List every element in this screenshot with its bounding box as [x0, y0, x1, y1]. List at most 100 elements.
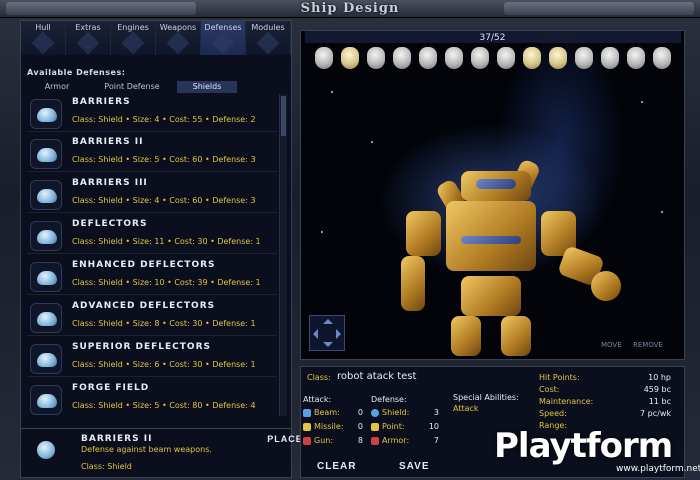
- shield-generator-icon: [37, 441, 55, 459]
- tab-extras[interactable]: Extras: [66, 21, 111, 55]
- move-button[interactable]: MOVE: [601, 341, 622, 349]
- remove-button[interactable]: REMOVE: [633, 341, 663, 349]
- installed-component-icon[interactable]: [497, 47, 515, 69]
- item-stats: Class: Shield • Size: 8 • Cost: 30 • Def…: [72, 319, 256, 328]
- star: [661, 211, 663, 213]
- tab-label: Defenses: [204, 23, 242, 32]
- window-title: Ship Design: [300, 1, 400, 16]
- clear-button[interactable]: CLEAR: [317, 461, 356, 472]
- class-label: Class:: [307, 373, 331, 382]
- component-slot-row: [315, 47, 671, 69]
- installed-component-icon[interactable]: [315, 47, 333, 69]
- shield-generator-icon: [30, 344, 62, 374]
- tab-defenses[interactable]: Defenses: [201, 21, 246, 55]
- list-item[interactable]: Forge Field Class: Shield • Size: 5 • Co…: [27, 380, 277, 416]
- maintenance-label: Maintenance:: [539, 397, 594, 406]
- list-item[interactable]: Deflectors Class: Shield • Size: 11 • Co…: [27, 216, 277, 254]
- subtab-shields[interactable]: Shields: [177, 81, 237, 93]
- item-stats: Class: Shield • Size: 6 • Cost: 30 • Def…: [72, 360, 256, 369]
- available-defenses-heading: Available Defenses:: [27, 68, 126, 77]
- scrollbar-thumb[interactable]: [281, 96, 286, 136]
- list-scrollbar[interactable]: [279, 94, 287, 416]
- arrow-up-icon[interactable]: [323, 314, 333, 324]
- hit-points-value: 10 hp: [648, 373, 671, 382]
- defense-heading: Defense:: [371, 395, 407, 404]
- installed-component-icon[interactable]: [627, 47, 645, 69]
- class-name-input[interactable]: robot atack test: [337, 371, 416, 382]
- list-item[interactable]: Barriers II Class: Shield • Size: 5 • Co…: [27, 134, 277, 172]
- installed-component-icon[interactable]: [367, 47, 385, 69]
- robot-left-arm: [401, 256, 425, 311]
- attack-heading: Attack:: [303, 395, 332, 404]
- subtab-point-defense[interactable]: Point Defense: [87, 81, 177, 93]
- robot-left-leg: [451, 316, 481, 356]
- list-item[interactable]: Barriers Class: Shield • Size: 4 • Cost:…: [27, 94, 277, 132]
- list-item[interactable]: Advanced Deflectors Class: Shield • Size…: [27, 298, 277, 336]
- robot-ship-model: [401, 151, 631, 359]
- shield-generator-icon: [30, 139, 62, 169]
- ship-viewport[interactable]: 37/52 MOVE REMOVE: [300, 30, 685, 360]
- modules-icon: [256, 31, 280, 55]
- subtab-armor[interactable]: Armor: [27, 81, 87, 93]
- installed-component-icon[interactable]: [445, 47, 463, 69]
- special-abilities-value: Attack: [453, 404, 479, 413]
- tab-modules[interactable]: Modules: [246, 21, 291, 55]
- shield-generator-icon: [30, 99, 62, 129]
- save-button[interactable]: SAVE: [399, 461, 430, 472]
- tab-weapons[interactable]: Weapons: [156, 21, 201, 55]
- installed-component-icon[interactable]: [393, 47, 411, 69]
- list-item[interactable]: Superior Deflectors Class: Shield • Size…: [27, 339, 277, 377]
- star: [321, 231, 323, 233]
- tab-engines[interactable]: Engines: [111, 21, 156, 55]
- watermark-brand: Playtform: [494, 426, 673, 466]
- defense-armor-value: 7: [433, 436, 439, 445]
- arrow-right-icon[interactable]: [336, 329, 346, 339]
- missile-icon: [303, 423, 311, 431]
- maintenance-value: 11 bc: [648, 397, 671, 406]
- watermark: Playtform www.playtform.net: [494, 426, 700, 480]
- hit-points-label: Hit Points:: [539, 373, 580, 382]
- robot-visor: [476, 179, 516, 189]
- item-stats: Class: Shield • Size: 11 • Cost: 30 • De…: [72, 237, 261, 246]
- item-name: Barriers III: [72, 178, 148, 188]
- item-name: Barriers: [72, 97, 131, 107]
- beam-icon: [303, 409, 311, 417]
- point-defense-icon: [371, 423, 379, 431]
- robot-chest-stripe: [461, 236, 521, 244]
- item-stats: Class: Shield • Size: 10 • Cost: 39 • De…: [72, 278, 261, 287]
- installed-component-icon[interactable]: [575, 47, 593, 69]
- tab-label: Extras: [75, 23, 101, 32]
- shield-generator-icon: [30, 221, 62, 251]
- installed-component-icon[interactable]: [653, 47, 671, 69]
- installed-component-icon[interactable]: [341, 47, 359, 69]
- watermark-url: www.playtform.net: [616, 464, 700, 474]
- installed-component-icon[interactable]: [549, 47, 567, 69]
- cost-label: Cost:: [539, 385, 560, 394]
- weapons-icon: [166, 31, 190, 55]
- defense-subtabs: Armor Point Defense Shields: [27, 81, 282, 93]
- engines-icon: [121, 31, 145, 55]
- tab-hull[interactable]: Hull: [21, 21, 66, 55]
- defense-shield-label: Shield:: [382, 408, 410, 417]
- component-panel: Hull Extras Engines Weapons Defenses Mod…: [20, 20, 292, 430]
- installed-component-icon[interactable]: [419, 47, 437, 69]
- item-name: Advanced Deflectors: [72, 301, 216, 311]
- installed-component-icon[interactable]: [471, 47, 489, 69]
- cost-value: 459 bc: [643, 385, 671, 394]
- defense-point-label: Point:: [382, 422, 405, 431]
- item-stats: Class: Shield • Size: 5 • Cost: 60 • Def…: [72, 155, 256, 164]
- arrow-left-icon[interactable]: [308, 329, 318, 339]
- list-item[interactable]: Barriers III Class: Shield • Size: 4 • C…: [27, 175, 277, 213]
- robot-left-shoulder: [406, 211, 441, 256]
- rotate-view-control[interactable]: [309, 315, 345, 351]
- installed-component-icon[interactable]: [523, 47, 541, 69]
- list-item[interactable]: Enhanced Deflectors Class: Shield • Size…: [27, 257, 277, 295]
- armor-icon: [371, 437, 379, 445]
- installed-component-icon[interactable]: [601, 47, 619, 69]
- arrow-down-icon[interactable]: [323, 342, 333, 352]
- tab-label: Weapons: [159, 23, 197, 32]
- defense-list: Barriers Class: Shield • Size: 4 • Cost:…: [27, 94, 277, 416]
- robot-hips: [461, 276, 521, 316]
- shield-generator-icon: [30, 180, 62, 210]
- item-name: Superior Deflectors: [72, 342, 211, 352]
